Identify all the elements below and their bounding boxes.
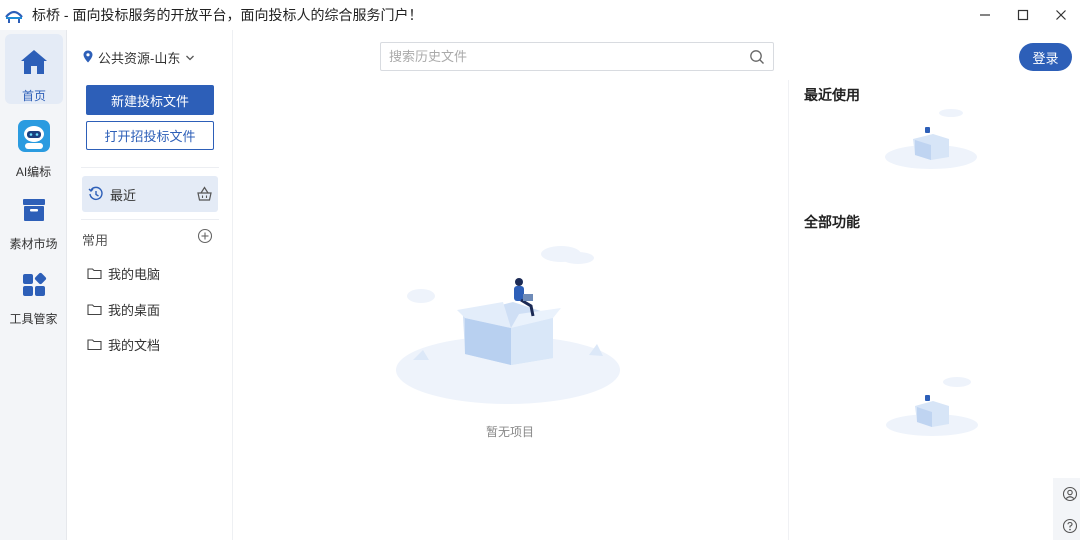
region-label: 公共资源-山东 bbox=[98, 51, 181, 66]
help-icon[interactable] bbox=[1057, 513, 1080, 538]
search-icon[interactable] bbox=[749, 49, 765, 70]
open-bid-file-button[interactable]: 打开招投标文件 bbox=[86, 121, 214, 150]
folder-item-computer[interactable]: 我的电脑 bbox=[87, 264, 160, 283]
left-nav: 首页 AI编标 素材市场 工具管家 bbox=[0, 30, 67, 540]
title-bar: 标桥 - 面向投标服务的开放平台，面向投标人的综合服务门户！ bbox=[0, 0, 1080, 30]
new-bid-file-button[interactable]: 新建投标文件 bbox=[86, 85, 214, 115]
location-pin-icon bbox=[83, 50, 93, 66]
recent-label: 最近 bbox=[110, 187, 137, 203]
sidebar-item-recent[interactable]: 最近 bbox=[82, 176, 218, 212]
add-circle-icon[interactable] bbox=[197, 228, 213, 249]
nav-item-home[interactable]: 首页 bbox=[5, 34, 63, 104]
folder-icon bbox=[87, 303, 102, 316]
folder-item-desktop[interactable]: 我的桌面 bbox=[87, 300, 160, 319]
nav-item-ai[interactable]: AI编标 bbox=[0, 118, 67, 188]
user-service-icon[interactable] bbox=[1057, 481, 1080, 506]
empty-state-text: 暂无项目 bbox=[486, 425, 535, 439]
search-input[interactable] bbox=[381, 43, 721, 70]
folder-icon bbox=[87, 267, 102, 280]
login-button[interactable]: 登录 bbox=[1019, 43, 1072, 71]
nav-label-ai: AI编标 bbox=[15, 165, 52, 179]
folder-label: 我的桌面 bbox=[108, 303, 161, 318]
close-icon[interactable] bbox=[1042, 0, 1080, 30]
common-section-label: 常用 bbox=[82, 233, 109, 248]
nav-label-tools: 工具管家 bbox=[9, 312, 58, 326]
file-sidebar: 公共资源-山东 新建投标文件 打开招投标文件 最近 常用 我的电脑 我的桌面 我… bbox=[67, 30, 233, 540]
folder-label: 我的电脑 bbox=[108, 267, 161, 282]
chevron-down-icon bbox=[185, 50, 195, 65]
basket-icon[interactable] bbox=[196, 185, 213, 205]
nav-label-home: 首页 bbox=[21, 89, 46, 103]
maximize-icon[interactable] bbox=[1004, 0, 1042, 30]
right-panel: 最近使用 全部功能 bbox=[788, 80, 1080, 540]
window-title: 标桥 - 面向投标服务的开放平台，面向投标人的综合服务门户！ bbox=[32, 7, 423, 23]
clock-history-icon bbox=[88, 186, 104, 202]
robot-icon bbox=[16, 118, 52, 159]
all-features-title: 全部功能 bbox=[804, 214, 860, 230]
nav-label-materials: 素材市场 bbox=[9, 237, 58, 251]
nav-item-materials[interactable]: 素材市场 bbox=[0, 196, 67, 266]
minimize-icon[interactable] bbox=[966, 0, 1004, 30]
region-selector[interactable]: 公共资源-山东 bbox=[83, 48, 195, 67]
empty-recent-illustration bbox=[879, 105, 989, 175]
folder-label: 我的文档 bbox=[108, 338, 161, 353]
bridge-logo-icon bbox=[4, 5, 24, 25]
empty-box-illustration bbox=[393, 240, 633, 410]
grid-apps-icon bbox=[21, 271, 47, 304]
folder-item-documents[interactable]: 我的文档 bbox=[87, 335, 160, 354]
home-icon bbox=[19, 48, 49, 81]
archive-box-icon bbox=[21, 196, 47, 229]
divider bbox=[81, 219, 219, 220]
divider bbox=[81, 167, 219, 168]
search-box bbox=[380, 42, 774, 71]
recent-used-title: 最近使用 bbox=[804, 87, 860, 103]
nav-item-tools[interactable]: 工具管家 bbox=[0, 271, 67, 341]
folder-icon bbox=[87, 338, 102, 351]
empty-features-illustration bbox=[877, 370, 987, 440]
